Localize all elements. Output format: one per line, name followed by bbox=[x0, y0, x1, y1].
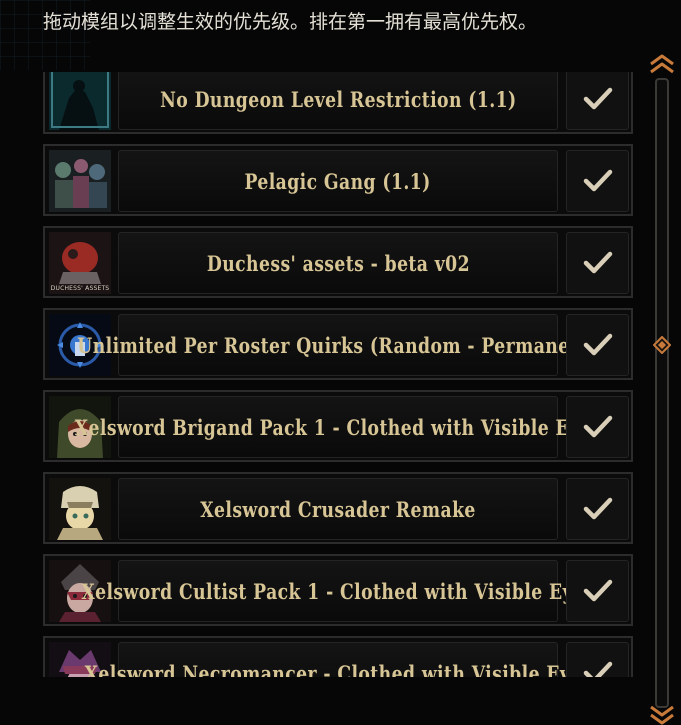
mod-title: No Dungeon Level Restriction (1.1) bbox=[159, 86, 517, 112]
mod-enable-checkbox[interactable] bbox=[566, 642, 629, 677]
mod-title: Xelsword Necromancer - Clothed with Visi… bbox=[84, 660, 592, 678]
mod-title-plate[interactable]: Xelsword Cultist Pack 1 - Clothed with V… bbox=[81, 560, 594, 622]
mod-enable-checkbox[interactable] bbox=[566, 560, 629, 622]
scrollbar-track[interactable] bbox=[655, 78, 669, 708]
checkmark-icon bbox=[583, 415, 612, 438]
checkmark-icon bbox=[583, 497, 612, 520]
mod-title: Duchess' assets - beta v02 bbox=[206, 250, 470, 276]
mod-list[interactable]: No Dungeon Level Restriction (1.1) Pelag… bbox=[40, 72, 638, 677]
mod-title: Xelsword Crusader Remake bbox=[200, 496, 476, 522]
mod-title: Xelsword Brigand Pack 1 - Clothed with V… bbox=[74, 414, 602, 440]
mod-title: Unlimited Per Roster Quirks (Random - Pe… bbox=[76, 332, 600, 358]
diamond-thumb-icon[interactable] bbox=[653, 336, 671, 354]
mod-enable-checkbox[interactable] bbox=[566, 314, 629, 376]
mod-thumbnail: DUCHESS' ASSETS bbox=[49, 232, 111, 294]
mod-row[interactable]: DUCHESS' ASSETS Duchess' assets - beta v… bbox=[43, 226, 633, 298]
mod-thumbnail bbox=[49, 72, 111, 130]
mod-enable-checkbox[interactable] bbox=[566, 72, 629, 130]
mod-row[interactable]: Unlimited Per Roster Quirks (Random - Pe… bbox=[43, 308, 633, 380]
mod-row[interactable]: Xelsword Crusader Remake bbox=[43, 472, 633, 544]
mod-title-plate[interactable]: Pelagic Gang (1.1) bbox=[118, 150, 558, 212]
double-chevron-down-icon[interactable] bbox=[643, 703, 681, 725]
mod-enable-checkbox[interactable] bbox=[566, 478, 629, 540]
checkmark-icon bbox=[583, 661, 612, 677]
mod-enable-checkbox[interactable] bbox=[566, 396, 629, 458]
mod-row[interactable]: No Dungeon Level Restriction (1.1) bbox=[43, 72, 633, 134]
mod-thumbnail bbox=[49, 150, 111, 212]
thumbnail-caption: DUCHESS' ASSETS bbox=[50, 285, 110, 292]
checkmark-icon bbox=[583, 87, 612, 110]
mod-title-plate[interactable]: Xelsword Crusader Remake bbox=[118, 478, 558, 540]
mod-row[interactable]: Xelsword Necromancer - Clothed with Visi… bbox=[43, 636, 633, 677]
instructions-text: 拖动模组以调整生效的优先级。排在第一拥有最高优先权。 bbox=[43, 11, 538, 33]
mod-row[interactable]: Xelsword Brigand Pack 1 - Clothed with V… bbox=[43, 390, 633, 462]
mod-enable-checkbox[interactable] bbox=[566, 150, 629, 212]
mod-row[interactable]: Pelagic Gang (1.1) bbox=[43, 144, 633, 216]
checkmark-icon bbox=[583, 333, 612, 356]
mod-thumbnail bbox=[49, 478, 111, 540]
mod-enable-checkbox[interactable] bbox=[566, 232, 629, 294]
checkmark-icon bbox=[583, 169, 612, 192]
checkmark-icon bbox=[583, 251, 612, 274]
mod-title-plate[interactable]: Duchess' assets - beta v02 bbox=[118, 232, 558, 294]
mod-title-plate[interactable]: Xelsword Necromancer - Clothed with Visi… bbox=[84, 642, 591, 677]
double-chevron-up-icon[interactable] bbox=[643, 52, 681, 76]
mod-title: Xelsword Cultist Pack 1 - Clothed with V… bbox=[81, 578, 595, 604]
mod-title: Pelagic Gang (1.1) bbox=[244, 168, 432, 194]
checkmark-icon bbox=[583, 579, 612, 602]
mod-title-plate[interactable]: Xelsword Brigand Pack 1 - Clothed with V… bbox=[75, 396, 601, 458]
mod-title-plate[interactable]: No Dungeon Level Restriction (1.1) bbox=[118, 72, 558, 130]
mod-title-plate[interactable]: Unlimited Per Roster Quirks (Random - Pe… bbox=[77, 314, 599, 376]
mod-row[interactable]: Xelsword Cultist Pack 1 - Clothed with V… bbox=[43, 554, 633, 626]
